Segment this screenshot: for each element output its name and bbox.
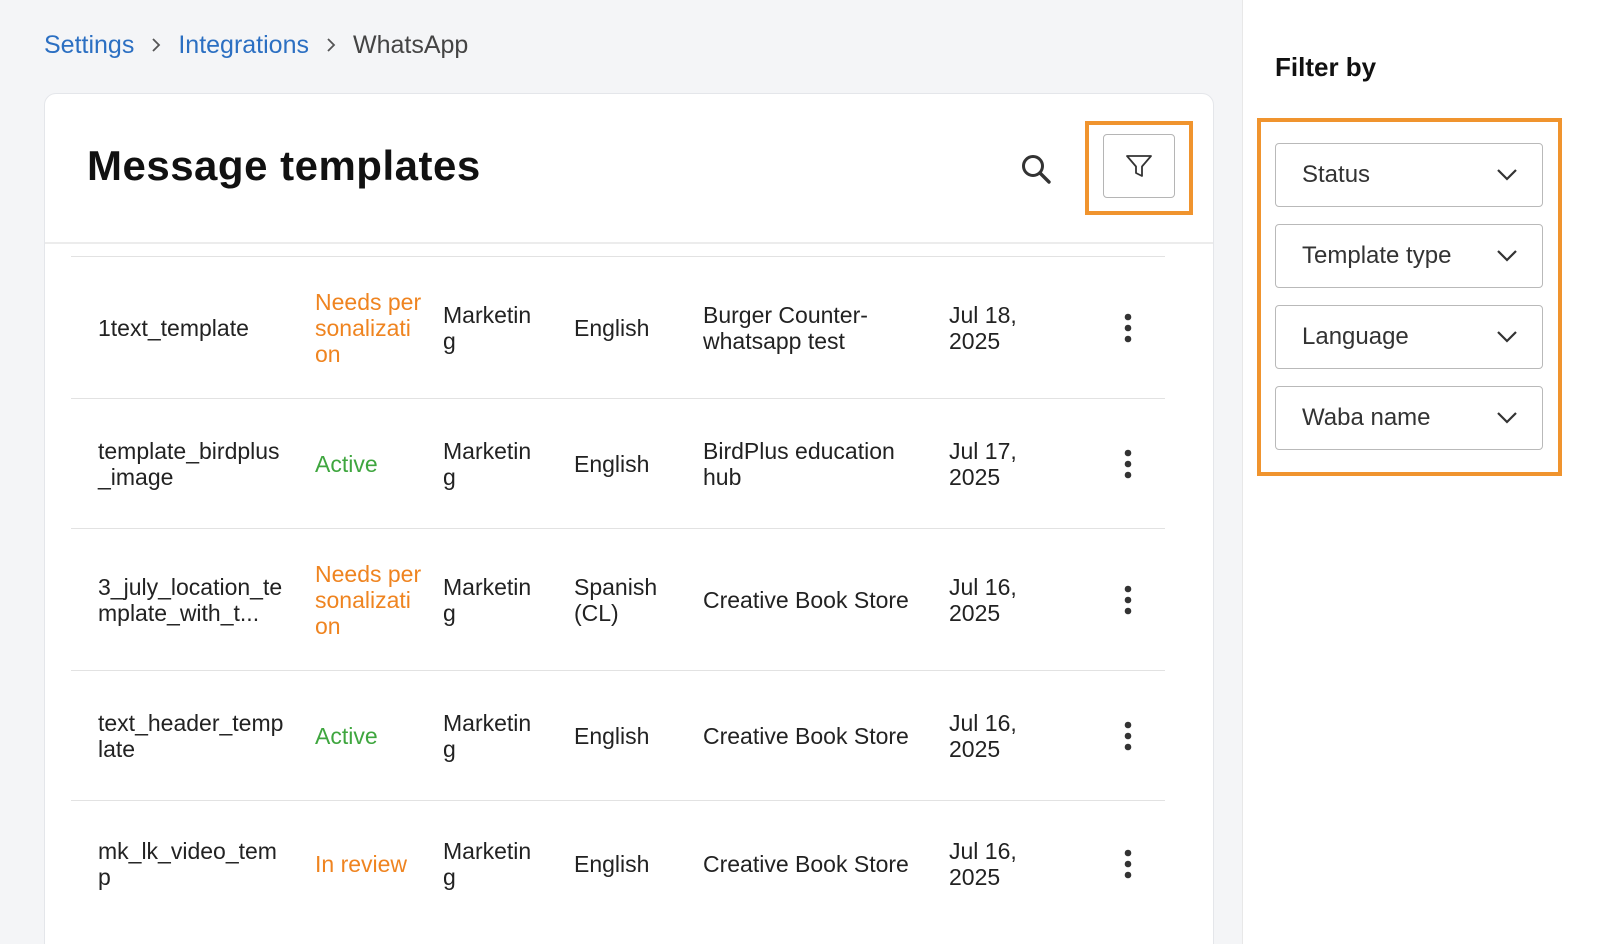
template-date: Jul 18, 2025 <box>949 301 1017 354</box>
template-name: text_header_template <box>98 709 284 762</box>
template-language: English <box>574 450 650 477</box>
status-badge: Active <box>315 722 378 749</box>
waba-name: BirdPlus education hub <box>703 437 895 490</box>
template-category: Marketing <box>443 573 532 626</box>
filter-dropdown-template-type[interactable]: Template type <box>1275 224 1543 288</box>
table-row[interactable]: text_header_template Active Marketing Engli… <box>71 670 1165 800</box>
row-more-button[interactable] <box>1113 308 1143 348</box>
template-name: template_birdplus_image <box>98 437 280 490</box>
template-name: mk_lk_video_temp <box>98 837 277 890</box>
template-language: English <box>574 314 650 341</box>
waba-name: Burger Counter-whatsapp test <box>703 301 868 354</box>
dropdown-label: Language <box>1302 323 1409 350</box>
dropdown-label: Status <box>1302 161 1371 188</box>
dropdown-label: Waba name <box>1302 404 1431 431</box>
table-row[interactable]: mk_lk_video_temp In review Marketing Englis… <box>71 800 1165 926</box>
template-name: 3_july_location_template_with_t... <box>98 573 283 626</box>
template-language: Spanish (CL) <box>574 573 658 626</box>
status-badge: Needs personalization <box>315 560 422 639</box>
chevron-down-icon <box>1497 412 1517 424</box>
dropdown-label: Template type <box>1302 242 1452 269</box>
chevron-right-icon <box>134 38 178 52</box>
template-language: English <box>574 722 650 749</box>
status-badge: Needs personalization <box>315 288 422 367</box>
template-date: Jul 16, 2025 <box>949 837 1017 890</box>
filter-dropdown-language[interactable]: Language <box>1275 305 1543 369</box>
status-badge: In review <box>315 850 408 877</box>
more-vertical-icon <box>1124 449 1132 478</box>
waba-name: Creative Book Store <box>703 586 909 613</box>
template-category: Marketing <box>443 837 532 890</box>
waba-name: Creative Book Store <box>703 722 909 749</box>
row-more-button[interactable] <box>1113 844 1143 884</box>
table-row[interactable]: 1text_template Needs personalization Marke… <box>71 256 1165 398</box>
filter-button[interactable] <box>1103 134 1175 198</box>
chevron-down-icon <box>1497 169 1517 181</box>
breadcrumb: Settings Integrations WhatsApp <box>44 28 468 62</box>
table-row[interactable]: 3_july_location_template_with_t... Needs … <box>71 528 1165 670</box>
row-more-button[interactable] <box>1113 444 1143 484</box>
row-more-button[interactable] <box>1113 716 1143 756</box>
chevron-down-icon <box>1497 331 1517 343</box>
message-templates-card: Message templates 1text_template Needs pe… <box>44 93 1214 944</box>
waba-name: Creative Book Store <box>703 850 909 877</box>
breadcrumb-current: WhatsApp <box>352 31 469 59</box>
page-title: Message templates <box>87 142 481 189</box>
template-date: Jul 16, 2025 <box>949 709 1017 762</box>
template-category: Marketing <box>443 301 532 354</box>
card-header: Message templates <box>45 94 1213 244</box>
filter-icon <box>1126 155 1152 177</box>
filter-panel: Filter by Status Template type Language Wab… <box>1242 0 1600 944</box>
chevron-down-icon <box>1497 250 1517 262</box>
status-badge: Active <box>315 450 378 477</box>
more-vertical-icon <box>1124 721 1132 750</box>
search-icon <box>1022 155 1051 184</box>
chevron-right-icon <box>309 38 353 52</box>
filter-panel-title: Filter by <box>1275 52 1377 82</box>
table-row[interactable]: template_birdplus_image Active Marketing En… <box>71 398 1165 528</box>
template-language: English <box>574 850 650 877</box>
filter-dropdown-waba-name[interactable]: Waba name <box>1275 386 1543 450</box>
breadcrumb-settings-link[interactable]: Settings <box>44 28 134 62</box>
template-date: Jul 16, 2025 <box>949 573 1017 626</box>
more-vertical-icon <box>1124 313 1132 342</box>
search-button[interactable] <box>1011 144 1061 194</box>
templates-table: 1text_template Needs personalization Marke… <box>71 256 1165 926</box>
row-more-button[interactable] <box>1113 580 1143 620</box>
template-date: Jul 17, 2025 <box>949 437 1017 490</box>
breadcrumb-integrations-link[interactable]: Integrations <box>178 28 309 62</box>
template-category: Marketing <box>443 437 532 490</box>
more-vertical-icon <box>1124 849 1132 878</box>
more-vertical-icon <box>1124 585 1132 614</box>
template-name: 1text_template <box>98 314 249 341</box>
template-category: Marketing <box>443 709 532 762</box>
filter-dropdown-status[interactable]: Status <box>1275 143 1543 207</box>
